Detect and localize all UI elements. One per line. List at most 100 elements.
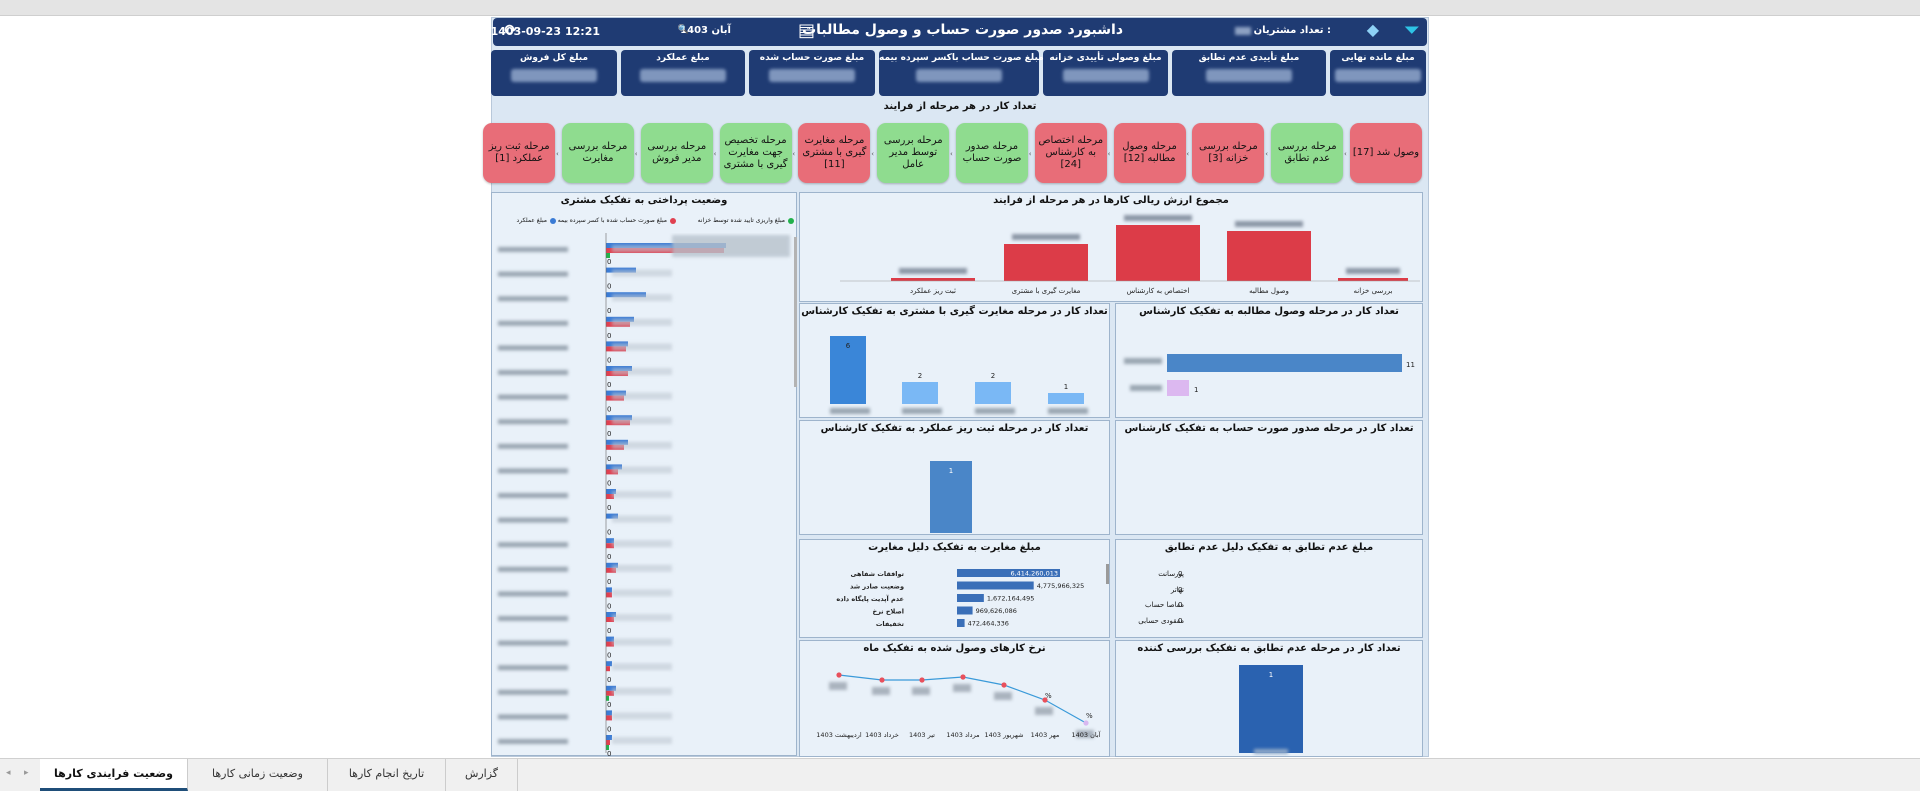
step-arrow-icon: ‹ (1186, 150, 1190, 158)
customer-name-label (498, 640, 568, 646)
stage-category-label: بررسی خزانه (1354, 287, 1393, 295)
stage-value-label (1235, 221, 1303, 227)
monthly-rate-point (836, 672, 842, 678)
discrepancy-scrollbar[interactable] (1106, 564, 1109, 584)
reconcile-expert-panel: تعداد کار در مرحله مغایرت گیری با مشتری … (799, 303, 1110, 418)
process-step-label: مرحله تخصیص جهت مغایرت گیری با مشتری (723, 135, 788, 170)
month-label: مرداد 1403 (946, 731, 979, 739)
legend-label: مبلغ عملکرد (516, 217, 547, 224)
monthly-rate-point (919, 677, 925, 683)
process-step-label: مرحله ثبت ریز عملکرد [1] (488, 141, 550, 164)
collection-bar (1167, 354, 1402, 372)
stage-category-label: ثبت ریز عملکرد (910, 287, 956, 295)
performance-bar-value: 1 (949, 467, 953, 475)
legend-item: مبلغ صورت حساب شده با کسر سپرده بیمه (558, 217, 676, 224)
performance-bar (606, 735, 612, 740)
stage-value-bar (1338, 278, 1408, 281)
customer-name-label (498, 468, 568, 474)
search-icon[interactable]: 🔍 (678, 25, 689, 35)
kpi-value (511, 69, 597, 82)
customer-name-label (498, 443, 568, 449)
bar-value-label (612, 417, 672, 425)
monthly-rate-point (1083, 720, 1089, 726)
kpi-label: مبلغ صورت حساب شده (759, 53, 865, 63)
discrepancy-value: 6,414,260,013 (1010, 570, 1058, 578)
zero-label: 0 (607, 602, 611, 610)
invoice-bar (606, 592, 612, 598)
zero-label: 0 (607, 553, 611, 561)
payment-scrollbar[interactable] (794, 237, 797, 387)
zero-label: 0 (607, 750, 611, 757)
monthly-rate-chart: آبان 1403 مهر 1403 شهریور 1403 مرداد 1403 تی… (816, 672, 1102, 739)
customer-name-label (498, 247, 568, 252)
zero-label: 0 (607, 676, 611, 684)
sheet-tab-work-dates[interactable]: تاریخ انجام کارها (328, 759, 446, 791)
bar-value-label (612, 638, 672, 646)
process-step[interactable]: مرحله بررسی مدیر فروش (640, 123, 713, 183)
bar-value-label (612, 318, 672, 326)
sheet-tab-process-status[interactable]: وضعیت فرایندی کارها (40, 759, 188, 791)
customer-name-label (498, 320, 568, 326)
zero-label: 0 (607, 627, 611, 635)
process-step[interactable]: وصول شد [17] (1350, 123, 1422, 183)
kpi-tile: مبلغ صورت حساب باکسر سپرده بیمه (879, 50, 1044, 96)
bar-value-label (612, 540, 672, 548)
sheet-tab-time-status[interactable]: وضعیت زمانی کارها (188, 759, 328, 791)
stage-value-bar (1004, 244, 1088, 281)
process-step[interactable]: مرحله بررسی توسط مدیر عامل (877, 123, 950, 183)
process-step[interactable]: مرحله بررسی عدم تطابق (1271, 123, 1344, 183)
customer-name-label (498, 419, 568, 425)
customer-name-label (498, 714, 568, 720)
process-step[interactable]: مرحله صدور صورت حساب (956, 123, 1028, 183)
reconcile-bar (1048, 393, 1084, 404)
sheet-tab-report[interactable]: گزارش (446, 759, 518, 791)
monthly-rate-panel: نرخ کارهای وصول شده به تفکیک ماه آبان 14… (799, 640, 1110, 757)
monthly-rate-point (1001, 682, 1007, 688)
monthly-rate-value (953, 684, 971, 692)
process-step-label: مرحله صدور صورت حساب (962, 141, 1022, 164)
process-step[interactable]: مرحله بررسی مغایرت (562, 123, 634, 183)
time-label: 12:21 (564, 25, 600, 38)
month-label: اردیبهشت 1403 (816, 731, 862, 739)
expert-name-label (1130, 385, 1162, 391)
process-step[interactable]: مرحله بررسی خزانه [3] (1192, 123, 1265, 183)
scroll-right-icon[interactable]: ▸ (24, 768, 29, 778)
scroll-left-icon[interactable]: ◂ (6, 768, 11, 778)
zero-label: 0 (607, 504, 611, 512)
process-step[interactable]: مرحله ثبت ریز عملکرد [1] (483, 123, 556, 183)
legend-item: مبلغ واریزی تایید شده توسط خزانه (698, 217, 794, 224)
kpi-label: مبلغ صورت حساب باکسر سپرده بیمه (879, 53, 1044, 63)
legend-dot (550, 217, 556, 224)
process-step[interactable]: مرحله اختصاص به کارشناس [24] (1034, 123, 1107, 183)
customer-name-label (498, 493, 568, 498)
process-step[interactable]: مرحله تخصیص جهت مغایرت گیری با مشتری (719, 123, 792, 183)
customer-name-label (498, 394, 568, 400)
discrepancy-value: 1,672,164,495 (987, 595, 1035, 603)
monthly-rate-title: نرخ کارهای وصول شده به تفکیک ماه (863, 643, 1046, 654)
legend-label: مبلغ صورت حساب شده با کسر سپرده بیمه (557, 217, 667, 224)
collection-bar (1167, 380, 1189, 396)
zero-label: 0 (607, 701, 611, 709)
mismatch-amount-panel: مبلغ عدم تطابق به تفکیک دلیل عدم تطابق پ… (1115, 539, 1423, 638)
filter-icon[interactable]: ⏷ (1405, 20, 1419, 41)
performance-bar (606, 661, 612, 667)
process-step-label: مرحله بررسی مغایرت (568, 141, 628, 164)
stage-value-bar (1116, 225, 1200, 281)
step-arrow-icon: ‹ (1265, 150, 1268, 158)
invoice-expert-title: تعداد کار در مرحله صدور صورت حساب به تفک… (1124, 423, 1414, 434)
bar-value-label (612, 392, 672, 400)
eraser-icon[interactable]: ◆ (1367, 20, 1379, 39)
process-step[interactable]: مرحله مغایرت گیری با مشتری [11] (798, 123, 871, 183)
discrepancy-reason-label: توافقات شفاهی (850, 570, 904, 578)
zero-label: 0 (607, 258, 611, 266)
refresh-icon[interactable]: ⟳ (504, 21, 517, 39)
performance-expert-chart: 1 (930, 461, 972, 533)
percent-label: % (1086, 712, 1093, 720)
stage-value-label (1124, 215, 1192, 221)
process-step[interactable]: مرحله وصول مطالبه [12] (1113, 123, 1186, 183)
discrepancy-value: 969,626,086 (976, 607, 1017, 615)
monthly-rate-value (829, 682, 847, 690)
bar-value-label (612, 441, 672, 449)
bar-value-label (612, 737, 672, 744)
process-steps-title: تعداد کار در هر مرحله از فرایند (883, 101, 1037, 112)
